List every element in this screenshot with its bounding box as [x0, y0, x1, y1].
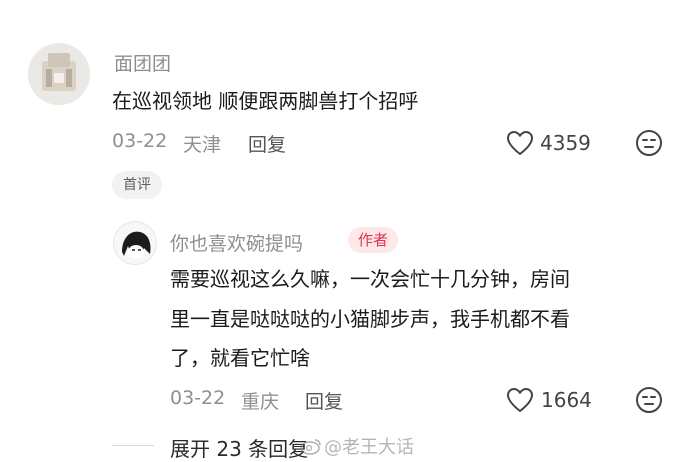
comment-reply-button[interactable]: 回复 [248, 130, 286, 157]
expand-divider [112, 445, 154, 446]
reply-reply-button[interactable]: 回复 [305, 387, 343, 414]
comment-like-count: 4359 [540, 131, 591, 155]
heart-outline-icon[interactable] [506, 387, 534, 413]
dislike-face-icon[interactable] [635, 386, 663, 414]
reply-text-line-2: 里一直是哒哒哒的小猫脚步声，我手机都不看 [170, 307, 570, 331]
comment-date: 03-22 [112, 130, 168, 152]
dislike-face-icon[interactable] [635, 129, 663, 157]
watermark: @老王大话 [300, 433, 414, 460]
expand-replies-button[interactable]: 展开 23 条回复 [170, 433, 308, 462]
replier-avatar[interactable] [113, 221, 157, 265]
reply-text-line-3: 了，就看它忙啥 [170, 346, 310, 370]
replier-username[interactable]: 你也喜欢碗提吗 [170, 229, 303, 256]
reply-text-line-1: 需要巡视这么久嘛，一次会忙十几分钟，房间 [170, 267, 570, 291]
reply-location: 重庆 [241, 391, 280, 413]
heart-outline-icon[interactable] [506, 130, 534, 156]
watermark-text: @老王大话 [324, 437, 414, 458]
reply-date: 03-22 [170, 387, 226, 409]
comment-text: 在巡视领地 顺便跟两脚兽打个招呼 [112, 89, 419, 113]
author-badge: 作者 [348, 227, 399, 253]
commenter-username[interactable]: 面团团 [114, 49, 171, 76]
weibo-icon [300, 437, 322, 460]
commenter-avatar[interactable] [28, 43, 90, 105]
first-comment-badge: 首评 [112, 171, 162, 199]
comment-location: 天津 [183, 134, 222, 156]
reply-like-count: 1664 [541, 388, 592, 412]
